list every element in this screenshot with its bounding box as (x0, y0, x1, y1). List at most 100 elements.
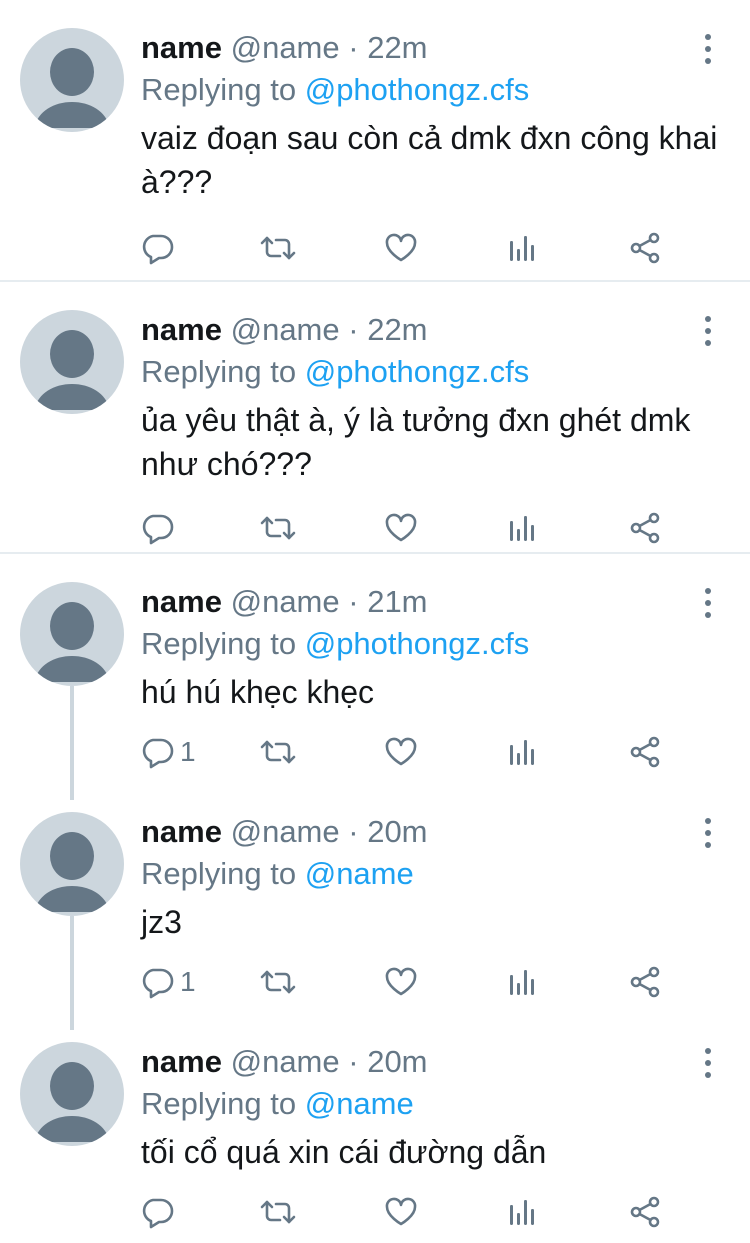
replying-to: Replying to @name (141, 1086, 414, 1122)
avatar[interactable] (20, 582, 124, 686)
reply-button[interactable] (140, 1192, 180, 1232)
tweet-timeline: name @name · 22m Replying to @phothongz.c… (0, 0, 750, 1243)
separator-dot: · (348, 814, 359, 849)
analytics-icon (508, 511, 538, 545)
share-button[interactable] (628, 962, 662, 1002)
tweet-header: name @name · 20m (141, 814, 428, 850)
share-button[interactable] (628, 228, 662, 268)
tweet-header: name @name · 22m (141, 30, 428, 66)
tweet[interactable]: name @name · 20m Replying to @name tối cổ … (0, 1014, 750, 1243)
share-button[interactable] (628, 508, 662, 548)
retweet-icon (258, 231, 298, 265)
replying-to: Replying to @phothongz.cfs (141, 72, 529, 108)
heart-icon (384, 511, 418, 545)
retweet-button[interactable] (258, 962, 298, 1002)
tweet[interactable]: name @name · 20m Replying to @name jz3 1 (0, 784, 750, 1030)
analytics-button[interactable] (508, 962, 538, 1002)
like-button[interactable] (384, 508, 418, 548)
more-vertical-icon[interactable] (698, 588, 718, 618)
more-vertical-icon[interactable] (698, 818, 718, 848)
default-avatar-icon (20, 812, 124, 916)
retweet-button[interactable] (258, 732, 298, 772)
tweet[interactable]: name @name · 22m Replying to @phothongz.c… (0, 282, 750, 554)
replying-to-label: Replying to (141, 72, 297, 107)
more-vertical-icon[interactable] (698, 34, 718, 64)
heart-icon (384, 231, 418, 265)
reply-icon (140, 965, 174, 999)
user-handle[interactable]: @name (231, 1044, 340, 1079)
default-avatar-icon (20, 310, 124, 414)
timestamp[interactable]: 22m (367, 30, 427, 65)
analytics-icon (508, 1195, 538, 1229)
retweet-icon (258, 965, 298, 999)
user-handle[interactable]: @name (231, 814, 340, 849)
separator-dot: · (348, 312, 359, 347)
user-handle[interactable]: @name (231, 312, 340, 347)
share-icon (628, 735, 662, 769)
like-button[interactable] (384, 962, 418, 1002)
more-vertical-icon[interactable] (698, 316, 718, 346)
tweet-text: hú hú khẹc khẹc (141, 674, 375, 710)
retweet-button[interactable] (258, 508, 298, 548)
timestamp[interactable]: 22m (367, 312, 427, 347)
heart-icon (384, 965, 418, 999)
reply-icon (140, 1195, 174, 1229)
display-name[interactable]: name (141, 814, 222, 849)
analytics-button[interactable] (508, 228, 538, 268)
like-button[interactable] (384, 228, 418, 268)
share-button[interactable] (628, 1192, 662, 1232)
retweet-button[interactable] (258, 1192, 298, 1232)
tweet-text: jz3 (141, 904, 182, 940)
default-avatar-icon (20, 28, 124, 132)
thread-connector (70, 916, 74, 1030)
reply-button[interactable] (140, 508, 180, 548)
retweet-button[interactable] (258, 228, 298, 268)
separator-dot: · (348, 30, 359, 65)
replying-to-mention[interactable]: @name (305, 1086, 414, 1121)
reply-icon (140, 231, 174, 265)
timestamp[interactable]: 20m (367, 814, 427, 849)
replying-to-mention[interactable]: @name (305, 856, 414, 891)
like-button[interactable] (384, 1192, 418, 1232)
display-name[interactable]: name (141, 30, 222, 65)
display-name[interactable]: name (141, 312, 222, 347)
retweet-icon (258, 1195, 298, 1229)
tweet[interactable]: name @name · 21m Replying to @phothongz.c… (0, 554, 750, 800)
user-handle[interactable]: @name (231, 584, 340, 619)
share-button[interactable] (628, 732, 662, 772)
tweet-text: vaiz đoạn sau còn cả dmk đxn công khai à… (141, 120, 718, 200)
heart-icon (384, 1195, 418, 1229)
replying-to-mention[interactable]: @phothongz.cfs (305, 626, 530, 661)
reply-icon (140, 511, 174, 545)
avatar[interactable] (20, 28, 124, 132)
reply-count: 1 (180, 736, 196, 767)
replying-to-label: Replying to (141, 856, 297, 891)
more-vertical-icon[interactable] (698, 1048, 718, 1078)
reply-button[interactable]: 1 (140, 962, 196, 1002)
analytics-button[interactable] (508, 732, 538, 772)
timestamp[interactable]: 20m (367, 1044, 427, 1079)
separator-dot: · (348, 584, 359, 619)
avatar[interactable] (20, 812, 124, 916)
replying-to-label: Replying to (141, 354, 297, 389)
replying-to: Replying to @name (141, 856, 414, 892)
tweet-actions (138, 508, 698, 548)
display-name[interactable]: name (141, 584, 222, 619)
replying-to-mention[interactable]: @phothongz.cfs (305, 72, 530, 107)
user-handle[interactable]: @name (231, 30, 340, 65)
avatar[interactable] (20, 1042, 124, 1146)
timestamp[interactable]: 21m (367, 584, 427, 619)
analytics-button[interactable] (508, 508, 538, 548)
default-avatar-icon (20, 582, 124, 686)
like-button[interactable] (384, 732, 418, 772)
reply-button[interactable]: 1 (140, 732, 196, 772)
tweet[interactable]: name @name · 22m Replying to @phothongz.c… (0, 0, 750, 282)
replying-to-mention[interactable]: @phothongz.cfs (305, 354, 530, 389)
reply-button[interactable] (140, 228, 180, 268)
analytics-button[interactable] (508, 1192, 538, 1232)
reply-count: 1 (180, 966, 196, 997)
avatar[interactable] (20, 310, 124, 414)
share-icon (628, 231, 662, 265)
tweet-actions (138, 1192, 698, 1232)
display-name[interactable]: name (141, 1044, 222, 1079)
